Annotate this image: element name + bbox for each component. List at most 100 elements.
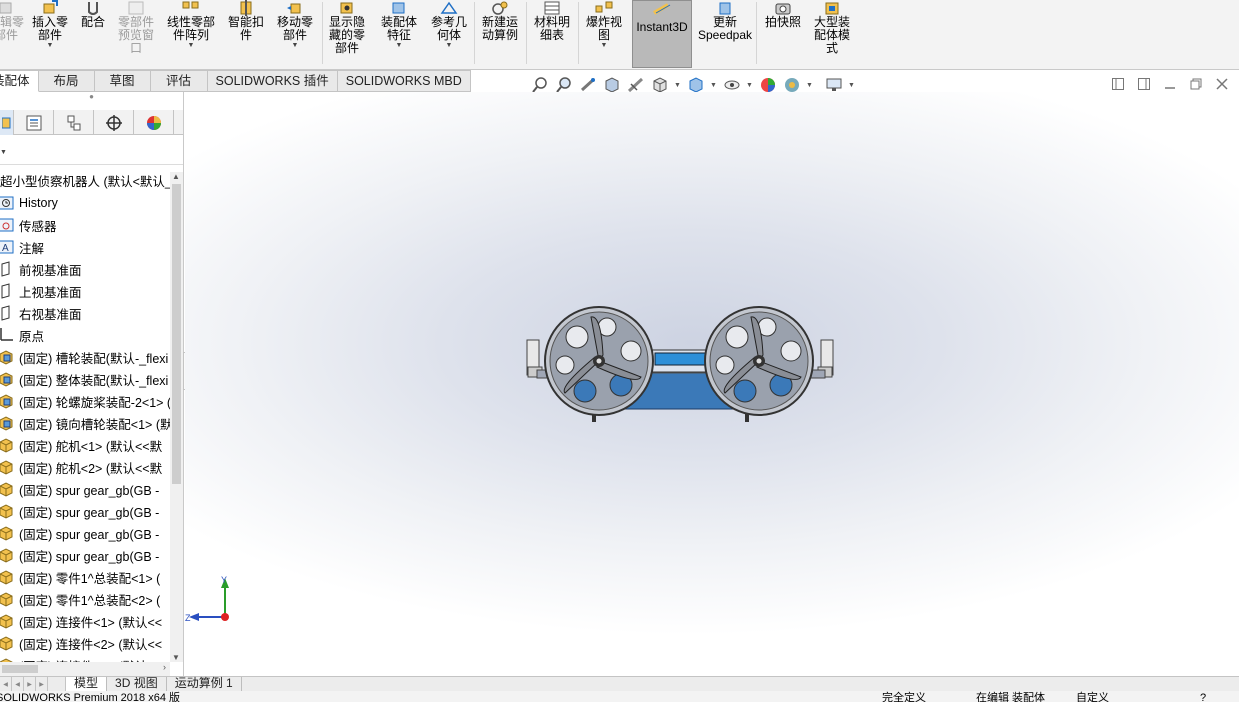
chevron-down-icon[interactable]: ▼ xyxy=(0,149,7,156)
tab-dimxpert-manager[interactable] xyxy=(94,110,134,135)
exploded-view-button[interactable]: 爆炸视 图 ▼ xyxy=(580,0,628,66)
large-assembly-mode-button[interactable]: 大型装 配体模 式 xyxy=(808,0,856,66)
tab-evaluate[interactable]: 评估 xyxy=(150,70,208,92)
last-tab-icon[interactable]: ▶ xyxy=(36,677,48,691)
assembly-features-button[interactable]: 装配体 特征 ▼ xyxy=(376,0,422,66)
tab-configuration-manager[interactable] xyxy=(54,110,94,135)
status-units[interactable]: 自定义 xyxy=(1076,691,1109,702)
smart-fasteners-button[interactable]: 智能扣 件 xyxy=(224,0,268,66)
tree-node[interactable]: (固定) 零件1^总装配<2> ( xyxy=(0,588,170,610)
tree-horizontal-scrollbar[interactable]: › xyxy=(0,662,170,676)
tree-node[interactable]: (固定) spur gear_gb(GB - xyxy=(0,522,170,544)
update-speedpak-button[interactable]: 更新 Speedpak xyxy=(696,0,754,66)
tree-node[interactable]: (固定) 舵机<1> (默认<<默 xyxy=(0,434,170,456)
tree-node[interactable]: (固定) 镜向槽轮装配<1> (默 xyxy=(0,412,170,434)
scrollbar-thumb[interactable] xyxy=(2,665,38,673)
scrollbar-thumb[interactable] xyxy=(172,184,181,484)
tab-sketch[interactable]: 草图 xyxy=(94,70,151,92)
history-icon xyxy=(0,194,15,212)
robot-assembly-model[interactable] xyxy=(525,305,837,425)
configuration-manager-icon xyxy=(67,115,80,130)
tile-right-icon[interactable] xyxy=(1137,76,1151,92)
tree-node[interactable]: (固定) 零件1^总装配<1> ( xyxy=(0,566,170,588)
tree-node-label: History xyxy=(19,196,58,210)
tab-layout[interactable]: 布局 xyxy=(38,70,95,92)
chevron-down-icon[interactable]: ▼ xyxy=(272,42,318,50)
tree-node[interactable]: (固定) spur gear_gb(GB - xyxy=(0,478,170,500)
tree-node[interactable]: (固定) spur gear_gb(GB - xyxy=(0,544,170,566)
scroll-right-icon[interactable]: › xyxy=(163,662,166,672)
reference-geometry-button[interactable]: 参考几 何体 ▼ xyxy=(426,0,472,66)
new-motion-study-button[interactable]: 新建运 动算例 xyxy=(476,0,524,66)
close-icon[interactable] xyxy=(1215,76,1229,92)
minimize-icon[interactable] xyxy=(1163,76,1177,92)
chevron-down-icon[interactable]: ▼ xyxy=(674,82,682,89)
scroll-down-icon[interactable]: ▼ xyxy=(172,653,180,662)
tree-node-label: (固定) 整体装配(默认-_flexi xyxy=(19,373,169,388)
first-tab-icon[interactable]: ◀ xyxy=(0,677,12,691)
tree-node[interactable]: (固定) 连接件<3> (默认<< xyxy=(0,654,170,662)
tree-node[interactable]: (固定) 槽轮装配(默认-_flexi xyxy=(0,346,170,368)
tree-node[interactable]: (固定) 连接件<2> (默认<< xyxy=(0,632,170,654)
tree-node[interactable]: (固定) 整体装配(默认-_flexi xyxy=(0,368,170,390)
prev-tab-icon[interactable]: ◀ xyxy=(12,677,24,691)
chevron-down-icon[interactable]: ▼ xyxy=(162,42,220,50)
tree-filter[interactable]: ▼ xyxy=(0,139,183,165)
tree-node[interactable]: (固定) spur gear_gb(GB - xyxy=(0,500,170,522)
tree-node[interactable]: 右视基准面 xyxy=(0,302,170,324)
tab-motion-study[interactable]: 运动算例 1 xyxy=(167,677,242,692)
tree-node[interactable]: 原点 xyxy=(0,324,170,346)
chevron-down-icon[interactable]: ▼ xyxy=(376,42,422,50)
tree-node[interactable]: (固定) 连接件<1> (默认<< xyxy=(0,610,170,632)
part-icon xyxy=(0,436,15,454)
tab-feature-manager[interactable] xyxy=(0,110,14,135)
tab-display-manager[interactable] xyxy=(134,110,174,135)
mate-button[interactable]: 配合 xyxy=(76,0,110,66)
tree-node[interactable]: 前视基准面 xyxy=(0,258,170,280)
status-app-name: SOLIDWORKS Premium 2018 x64 版 xyxy=(0,692,181,702)
tree-node[interactable]: 传感器 xyxy=(0,214,170,236)
tab-property-manager[interactable] xyxy=(14,110,54,135)
component-preview-button[interactable]: 零部件 预览窗 口 xyxy=(114,0,158,66)
tree-vertical-scrollbar[interactable]: ▲ ▼ xyxy=(170,172,183,662)
bill-of-materials-button[interactable]: 材料明 细表 xyxy=(528,0,576,66)
tree-node[interactable]: (固定) 舵机<2> (默认<<默 xyxy=(0,456,170,478)
tab-solidworks-mbd[interactable]: SOLIDWORKS MBD xyxy=(337,70,471,92)
tab-solidworks-addins[interactable]: SOLIDWORKS 插件 xyxy=(207,70,338,92)
part-icon xyxy=(0,634,15,652)
restore-icon[interactable] xyxy=(1189,76,1203,92)
instant3d-button[interactable]: Instant3D xyxy=(632,0,692,68)
tree-node[interactable]: A 注解 xyxy=(0,236,170,258)
tab-model[interactable]: 模型 xyxy=(66,677,108,692)
graphics-area[interactable]: Y Z xyxy=(185,92,1239,676)
chevron-down-icon[interactable]: ▼ xyxy=(710,82,718,89)
help-icon[interactable]: ? xyxy=(1200,691,1206,702)
chevron-down-icon[interactable]: ▼ xyxy=(426,42,472,50)
next-tab-icon[interactable]: ▶ xyxy=(24,677,36,691)
tree-node[interactable]: (固定) 轮螺旋桨装配-2<1> ( xyxy=(0,390,170,412)
chevron-down-icon[interactable]: ▼ xyxy=(848,82,856,89)
crosshair-icon xyxy=(105,114,122,131)
command-manager-tabs: 装配体 布局 草图 评估 SOLIDWORKS 插件 SOLIDWORKS MB… xyxy=(0,70,471,92)
chevron-down-icon[interactable]: ▼ xyxy=(746,82,754,89)
edit-component-button[interactable]: 编辑零 部件 xyxy=(0,0,24,66)
tab-3d-view[interactable]: 3D 视图 xyxy=(107,677,167,692)
tile-left-icon[interactable] xyxy=(1111,76,1125,92)
tree-node[interactable]: History xyxy=(0,192,170,214)
insert-component-button[interactable]: 插入零 部件 ▼ xyxy=(28,0,72,66)
chevron-down-icon[interactable]: ▼ xyxy=(28,42,72,50)
move-component-button[interactable]: 移动零 部件 ▼ xyxy=(272,0,318,66)
take-snapshot-button[interactable]: 拍快照 xyxy=(760,0,806,66)
chevron-down-icon[interactable]: ▼ xyxy=(580,42,628,50)
part-icon xyxy=(0,612,15,630)
scroll-up-icon[interactable]: ▲ xyxy=(172,172,180,181)
tree-node-label: (固定) 连接件<1> (默认<< xyxy=(19,615,163,630)
tree-node[interactable]: 上视基准面 xyxy=(0,280,170,302)
panel-grip[interactable]: ● xyxy=(0,92,183,110)
chevron-down-icon[interactable]: ▼ xyxy=(806,82,814,89)
show-hidden-components-button[interactable]: 显示隐 藏的零 部件 xyxy=(324,0,370,66)
tab-assembly[interactable]: 装配体 xyxy=(0,70,39,92)
document-window-controls xyxy=(1111,76,1229,92)
linear-pattern-button[interactable]: 线性零部 件阵列 ▼ xyxy=(162,0,220,66)
tree-root-assembly[interactable]: 超小型侦察机器人 (默认<默认_ xyxy=(0,172,170,192)
